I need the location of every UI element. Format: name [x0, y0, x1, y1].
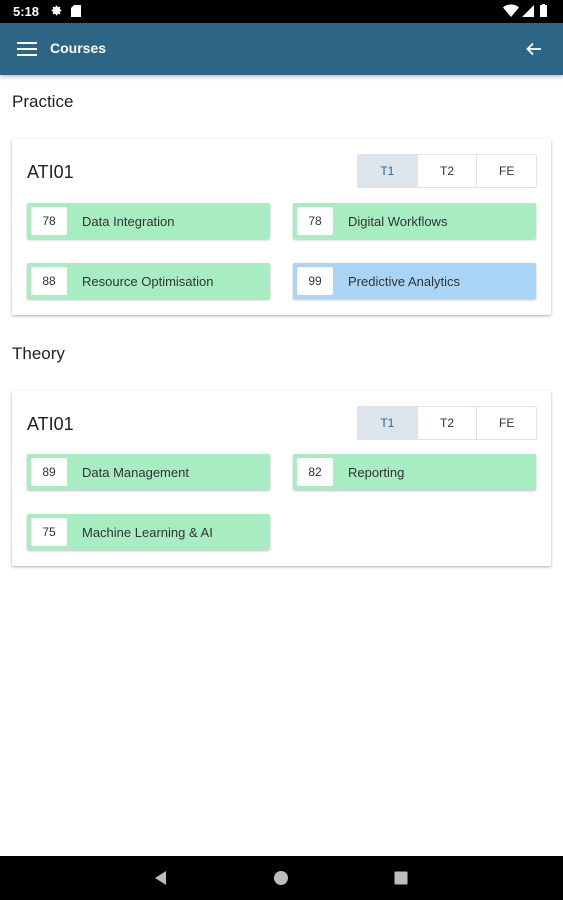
arrow-left-icon[interactable]	[525, 40, 543, 58]
status-bar: 5:18	[0, 0, 563, 23]
course-item[interactable]: 99 Predictive Analytics	[293, 263, 536, 299]
cell-signal-icon	[522, 5, 534, 17]
course-score: 89	[31, 458, 67, 486]
course-score: 75	[31, 518, 67, 546]
sd-card-icon	[71, 5, 81, 17]
course-score: 78	[31, 207, 67, 235]
app-bar: Courses	[0, 23, 563, 75]
course-name: Data Management	[82, 464, 189, 480]
tab-t1[interactable]: T1	[358, 407, 417, 439]
section-title-theory: Theory	[12, 344, 65, 363]
course-item[interactable]: 78 Data Integration	[27, 203, 270, 239]
card-title: ATI01	[27, 414, 74, 434]
course-name: Reporting	[348, 464, 405, 480]
back-triangle-icon[interactable]	[152, 869, 170, 887]
course-name: Resource Optimisation	[82, 273, 214, 289]
course-score: 82	[297, 458, 333, 486]
tab-t2[interactable]: T2	[416, 407, 477, 439]
course-name: Predictive Analytics	[348, 273, 460, 289]
term-toggle: T1 T2 FE	[357, 406, 537, 440]
tab-t2[interactable]: T2	[416, 155, 477, 187]
practice-card: ATI01 T1 T2 FE 78 Data Integration 78 Di…	[12, 139, 551, 315]
course-score: 88	[31, 267, 67, 295]
course-score: 99	[297, 267, 333, 295]
tab-t1[interactable]: T1	[358, 155, 417, 187]
wifi-icon	[503, 4, 519, 17]
course-item[interactable]: 78 Digital Workflows	[293, 203, 536, 239]
gear-icon	[51, 5, 62, 16]
course-item[interactable]: 89 Data Management	[27, 454, 270, 490]
tab-fe[interactable]: FE	[476, 155, 536, 187]
course-item[interactable]: 75 Machine Learning & AI	[27, 514, 270, 550]
course-item[interactable]: 88 Resource Optimisation	[27, 263, 270, 299]
course-item[interactable]: 82 Reporting	[293, 454, 536, 490]
page-title: Courses	[50, 40, 107, 56]
home-circle-icon[interactable]	[272, 869, 290, 887]
menu-icon[interactable]	[17, 41, 37, 57]
theory-card: ATI01 T1 T2 FE 89 Data Management 82 Rep…	[12, 391, 551, 566]
course-name: Machine Learning & AI	[82, 524, 213, 540]
status-time: 5:18	[13, 4, 40, 19]
system-nav-bar	[0, 856, 563, 900]
course-name: Data Integration	[82, 213, 175, 229]
course-score: 78	[297, 207, 333, 235]
battery-icon	[540, 5, 547, 17]
status-icons	[503, 4, 547, 17]
course-name: Digital Workflows	[348, 213, 448, 229]
term-toggle: T1 T2 FE	[357, 154, 537, 188]
card-title: ATI01	[27, 162, 74, 182]
tab-fe[interactable]: FE	[476, 407, 536, 439]
recents-square-icon[interactable]	[392, 869, 410, 887]
section-title-practice: Practice	[12, 92, 74, 111]
